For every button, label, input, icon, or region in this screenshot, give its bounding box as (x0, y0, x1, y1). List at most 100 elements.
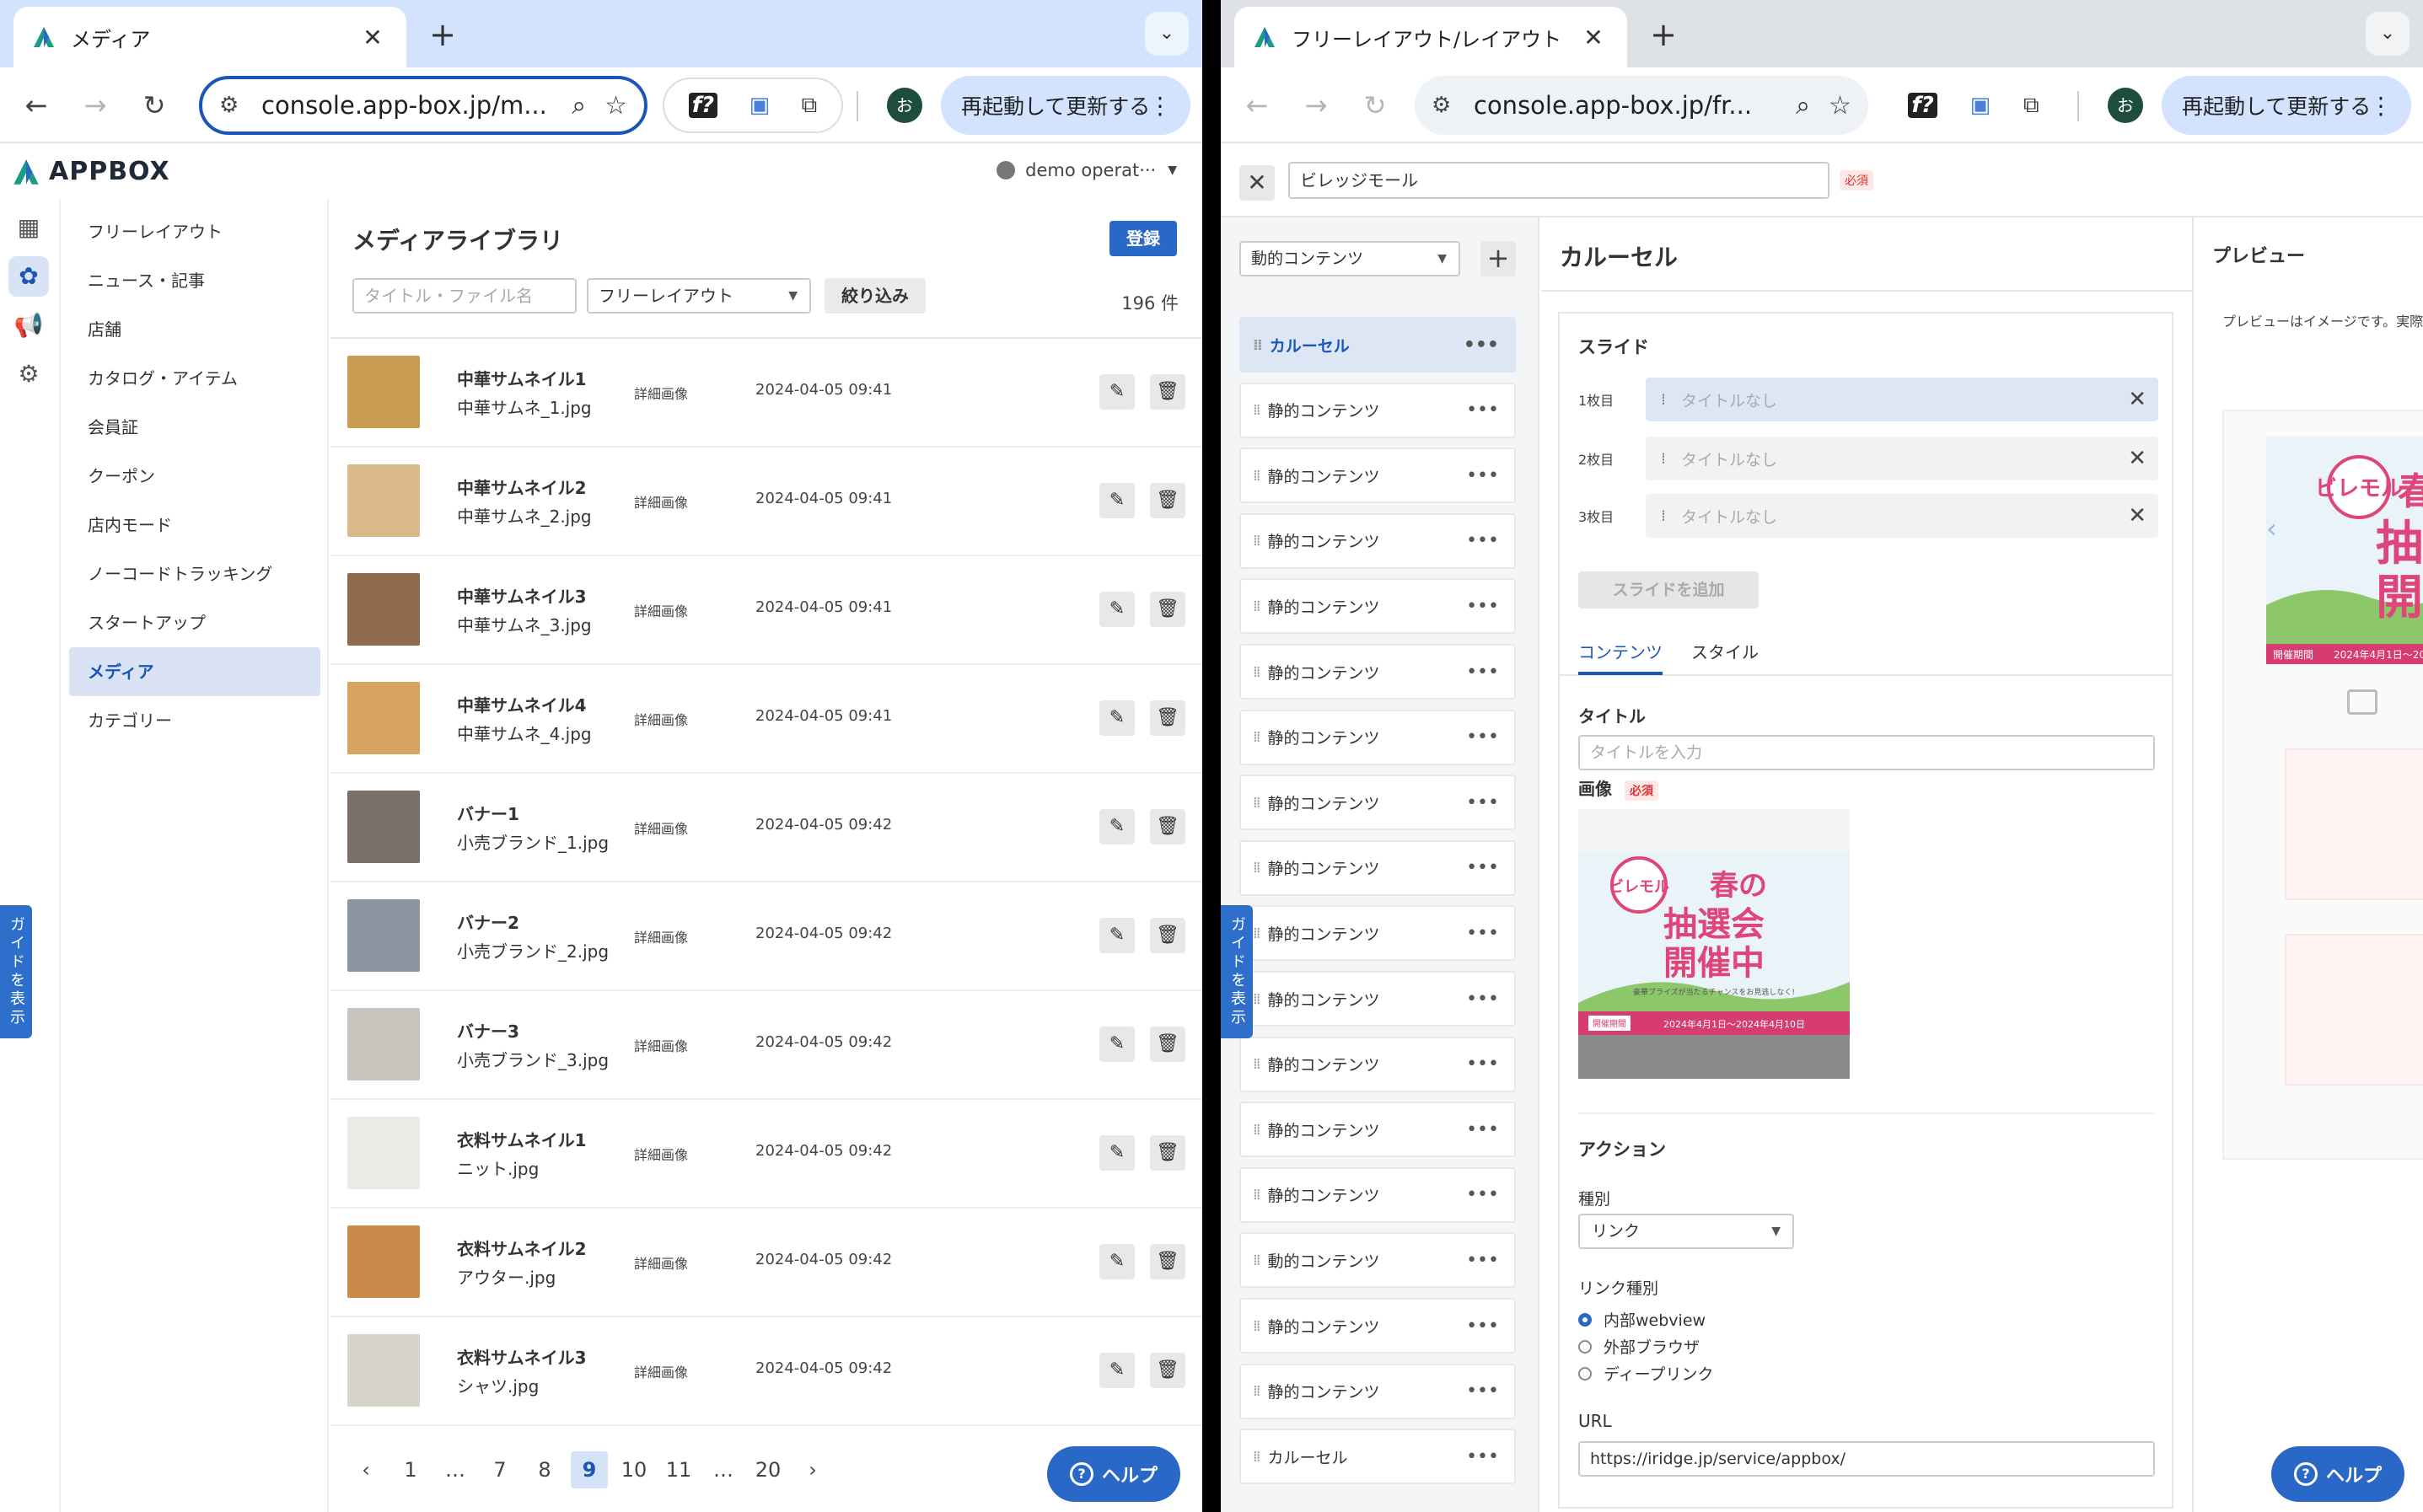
add-slide-button[interactable]: スライドを追加 (1578, 571, 1759, 609)
reload-button[interactable]: ↻ (135, 86, 174, 125)
more-options-icon[interactable]: ••• (1466, 1184, 1499, 1205)
trash-icon[interactable]: 🗑 (1150, 918, 1185, 953)
profile-avatar[interactable]: お (887, 88, 922, 123)
search-input[interactable]: タイトル・ファイル名 (352, 278, 577, 314)
relaunch-update-button[interactable]: 再起動して更新する ⋮ (941, 76, 1190, 135)
trash-icon[interactable]: 🗑 (1150, 1135, 1185, 1171)
back-button[interactable]: ← (1238, 86, 1276, 125)
tab-close-icon[interactable]: ✕ (356, 24, 390, 51)
formula-extension-icon[interactable]: f? (1908, 93, 1937, 118)
guide-toggle-button[interactable]: ガイドを表示 (0, 905, 32, 1038)
sidebar-item-stores[interactable]: 店舗 (69, 305, 320, 354)
trash-icon[interactable]: 🗑 (1150, 374, 1185, 410)
component-item[interactable]: ⁞⁞ 静的コンテンツ ••• (1239, 512, 1516, 569)
component-item[interactable]: ⁞⁞ 静的コンテンツ ••• (1239, 1298, 1516, 1354)
table-row[interactable]: バナー2 小売ブランド_2.jpg 詳細画像 2024-04-05 09:42 ✎ 🗑 (330, 882, 1202, 991)
component-item[interactable]: ⁞⁞ 静的コンテンツ ••• (1239, 644, 1516, 700)
more-options-icon[interactable]: ••• (1466, 530, 1499, 551)
media-thumbnail[interactable] (347, 1008, 420, 1080)
relaunch-update-button[interactable]: 再起動して更新する ⋮ (2162, 76, 2411, 135)
address-bar[interactable]: ⚙ console.app-box.jp/m... ⌕ ☆ (199, 76, 647, 135)
page-link[interactable]: 8 (526, 1451, 563, 1488)
carousel-prev-icon[interactable]: ‹ (2266, 512, 2277, 544)
puzzle-extension-icon[interactable]: ⧉ (2023, 93, 2039, 119)
address-bar[interactable]: ⚙ console.app-box.jp/fr... ⌕ ☆ (1415, 76, 1868, 135)
more-options-icon[interactable]: ••• (1466, 1381, 1499, 1402)
add-component-button[interactable]: + (1480, 241, 1516, 276)
sidebar-item-instore-mode[interactable]: 店内モード (69, 501, 320, 550)
component-item[interactable]: ⁞⁞ 静的コンテンツ ••• (1239, 1102, 1516, 1158)
media-thumbnail[interactable] (347, 464, 420, 537)
table-row[interactable]: バナー1 小売ブランド_1.jpg 詳細画像 2024-04-05 09:42 ✎ 🗑 (330, 774, 1202, 882)
tab-close-icon[interactable]: ✕ (1577, 24, 1610, 51)
close-editor-icon[interactable]: ✕ (1239, 165, 1275, 201)
new-tab-button[interactable]: + (1642, 13, 1684, 56)
more-options-icon[interactable]: ••• (1464, 335, 1499, 356)
drag-handle-icon[interactable]: ⁞⁞ (1253, 1448, 1261, 1466)
trash-icon[interactable]: 🗑 (1150, 1353, 1185, 1388)
tab-free-layout[interactable]: フリーレイアウト/レイアウト ✕ (1234, 7, 1627, 67)
component-item[interactable]: ⁞⁞ 静的コンテンツ ••• (1239, 382, 1516, 438)
edit-pencil-icon[interactable]: ✎ (1099, 918, 1135, 953)
component-item[interactable]: ⁞⁞ 静的コンテンツ ••• (1239, 839, 1516, 896)
media-thumbnail[interactable] (347, 1117, 420, 1189)
help-button[interactable]: ? ヘルプ (1047, 1446, 1180, 1502)
new-tab-button[interactable]: + (422, 13, 464, 56)
more-options-icon[interactable]: ••• (1466, 596, 1499, 617)
category-filter-select[interactable]: フリーレイアウト ▼ (587, 278, 811, 314)
page-link[interactable]: 11 (660, 1451, 697, 1488)
reader-extension-icon[interactable]: ▣ (1970, 93, 1991, 118)
drag-handle-icon[interactable]: ⁞ (1661, 507, 1666, 525)
dashboard-icon[interactable]: ▦ (8, 207, 49, 248)
tab-search-button[interactable]: ⌄ (1145, 12, 1189, 56)
drag-handle-icon[interactable]: ⁞⁞ (1253, 1382, 1261, 1400)
media-thumbnail[interactable] (347, 899, 420, 972)
tab-style[interactable]: スタイル (1691, 639, 1759, 663)
more-options-icon[interactable]: ••• (1466, 1250, 1499, 1271)
more-options-icon[interactable]: ••• (1466, 923, 1499, 944)
reader-extension-icon[interactable]: ▣ (749, 93, 771, 118)
tab-media[interactable]: メディア ✕ (13, 7, 406, 67)
drag-handle-icon[interactable]: ⁞⁞ (1253, 1186, 1261, 1204)
more-options-icon[interactable]: ••• (1466, 727, 1499, 748)
sidebar-item-startup[interactable]: スタートアップ (69, 598, 320, 647)
page-link[interactable]: 1 (392, 1451, 429, 1488)
media-thumbnail[interactable] (347, 1334, 420, 1407)
remove-slide-icon[interactable]: ✕ (2128, 503, 2146, 528)
forward-button[interactable]: → (76, 86, 115, 125)
radio-external-browser[interactable]: 外部ブラウザ (1578, 1335, 1700, 1358)
drag-handle-icon[interactable]: ⁞ (1661, 390, 1666, 409)
remove-slide-icon[interactable]: ✕ (2128, 387, 2146, 412)
component-type-select[interactable]: 動的コンテンツ ▼ (1239, 241, 1460, 276)
component-item[interactable]: ⁞⁞ 静的コンテンツ ••• (1239, 578, 1516, 635)
guide-toggle-button[interactable]: ガイドを表示 (1221, 905, 1253, 1038)
site-info-icon[interactable]: ⚙ (219, 93, 246, 118)
drag-handle-icon[interactable]: ⁞⁞ (1253, 1121, 1261, 1139)
sidebar-item-media[interactable]: メディア (69, 647, 320, 696)
drag-handle-icon[interactable]: ⁞⁞ (1253, 728, 1261, 746)
drag-handle-icon[interactable]: ⁞⁞ (1253, 1055, 1261, 1073)
drag-handle-icon[interactable]: ⁞⁞ (1253, 401, 1261, 419)
drag-handle-icon[interactable]: ⁞⁞ (1253, 1252, 1261, 1269)
trash-icon[interactable]: 🗑 (1150, 1244, 1185, 1279)
carousel-image[interactable]: ビレモル 春の 抽選会 開催中 豪華プライズが当たるチャンスをお見逃しなく! 開… (1578, 809, 1850, 1079)
more-options-icon[interactable]: ••• (1466, 857, 1499, 878)
table-row[interactable]: 中華サムネイル3 中華サムネ_3.jpg 詳細画像 2024-04-05 09:41 ✎… (330, 556, 1202, 665)
register-button[interactable]: 登録 (1109, 221, 1177, 256)
trash-icon[interactable]: 🗑 (1150, 700, 1185, 736)
profile-avatar[interactable]: お (2108, 88, 2143, 123)
more-options-icon[interactable]: ••• (1466, 792, 1499, 813)
page-link[interactable]: 10 (615, 1451, 653, 1488)
page-link[interactable]: 20 (749, 1451, 787, 1488)
more-options-icon[interactable]: ••• (1466, 1316, 1499, 1337)
table-row[interactable]: 中華サムネイル4 中華サムネ_4.jpg 詳細画像 2024-04-05 09:41 ✎… (330, 665, 1202, 774)
radio-deep-link[interactable]: ディープリンク (1578, 1362, 1714, 1385)
sidebar-item-news[interactable]: ニュース・記事 (69, 256, 320, 305)
component-item[interactable]: ⁞⁞ 静的コンテンツ ••• (1239, 1363, 1516, 1419)
slide-item[interactable]: ⁞ タイトルなし ✕ (1646, 494, 2158, 538)
table-row[interactable]: 衣料サムネイル1 ニット.jpg 詳細画像 2024-04-05 09:42 ✎ 🗑 (330, 1100, 1202, 1209)
sidebar-item-nocode-tracking[interactable]: ノーコードトラッキング (69, 550, 320, 598)
slide-item[interactable]: ⁞ タイトルなし ✕ (1646, 378, 2158, 421)
slide-item[interactable]: ⁞ タイトルなし ✕ (1646, 437, 2158, 480)
component-item[interactable]: ⁞⁞ カルーセル ••• (1239, 317, 1516, 373)
